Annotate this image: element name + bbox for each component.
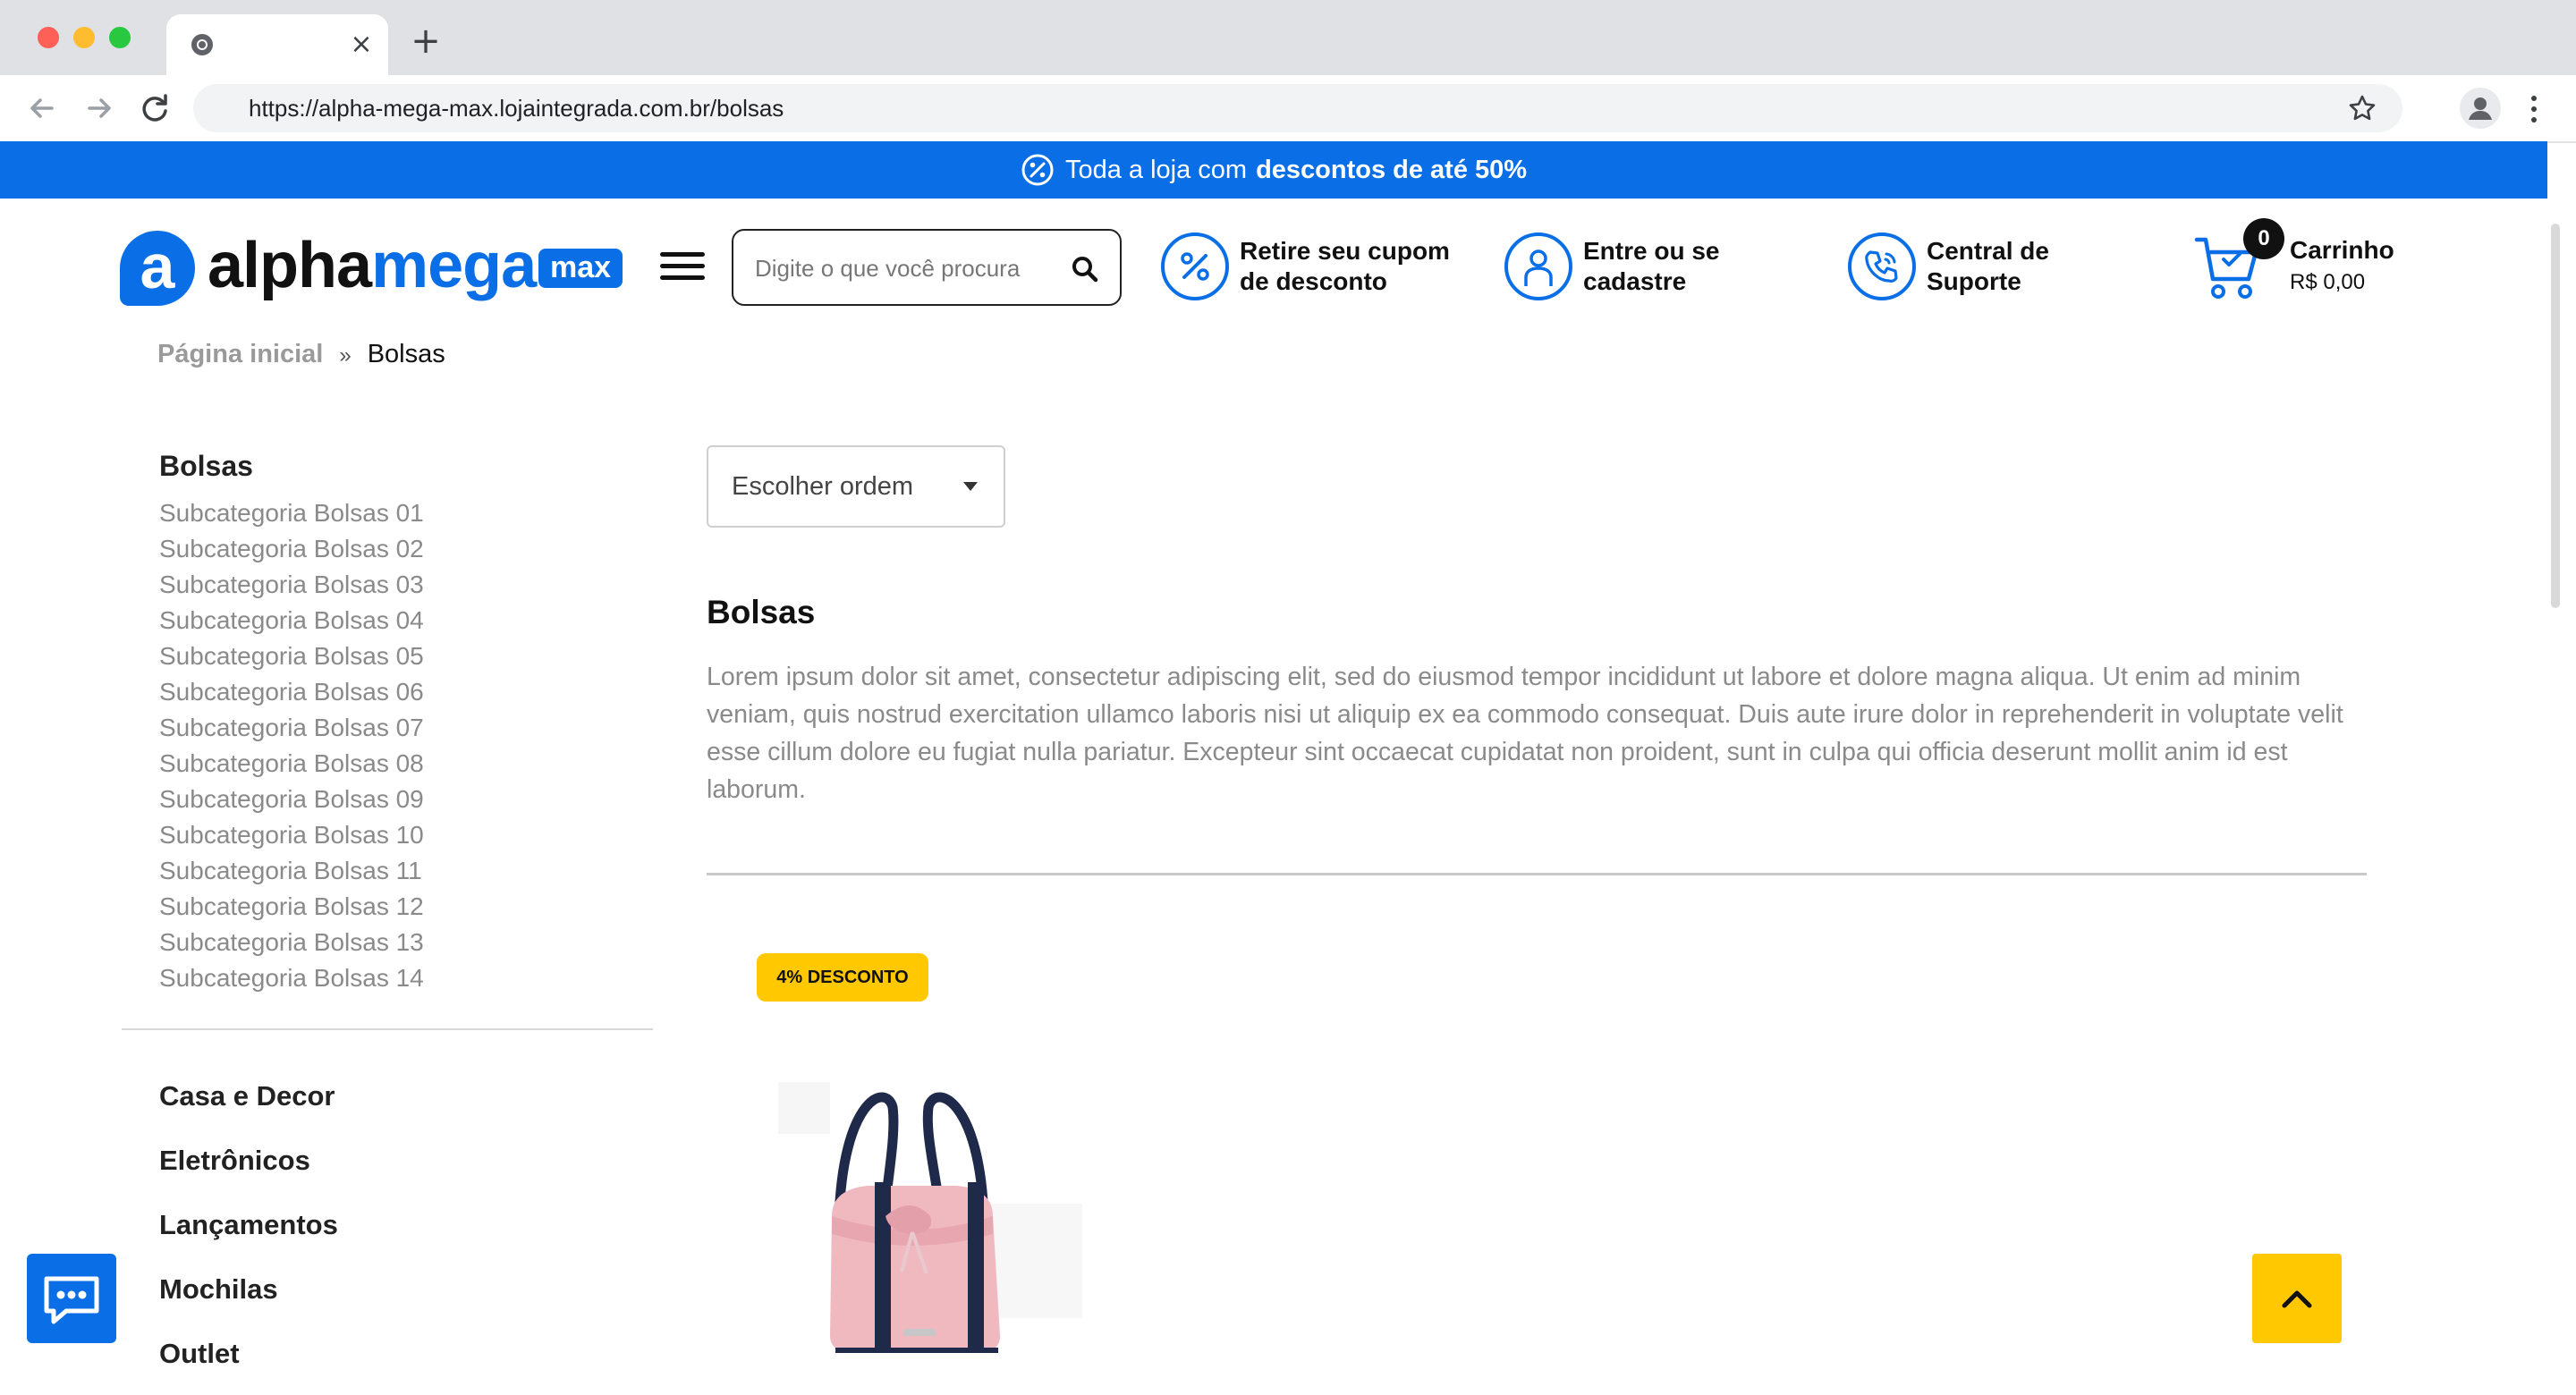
browser-tab[interactable]: × <box>166 14 388 75</box>
sidebar-subcategory-07[interactable]: Subcategoria Bolsas 07 <box>159 710 651 746</box>
reload-icon[interactable] <box>136 89 174 127</box>
percent-circle-icon <box>1021 154 1054 186</box>
sidebar-category-casa-e-decor[interactable]: Casa e Decor <box>159 1073 338 1137</box>
search-input[interactable] <box>753 245 1043 292</box>
percent-circle-icon <box>1161 232 1229 300</box>
support-link[interactable]: Central de Suporte <box>1848 229 2143 306</box>
tab-close-icon[interactable]: × <box>343 27 379 63</box>
address-bar[interactable]: https://alpha-mega-max.lojaintegrada.com… <box>193 84 2402 132</box>
sidebar-subcategory-08[interactable]: Subcategoria Bolsas 08 <box>159 746 651 782</box>
sidebar-subcategory-06[interactable]: Subcategoria Bolsas 06 <box>159 674 651 710</box>
sidebar-category-mochilas[interactable]: Mochilas <box>159 1266 338 1331</box>
sidebar-subcategory-10[interactable]: Subcategoria Bolsas 10 <box>159 817 651 853</box>
discount-badge: 4% DESCONTO <box>757 953 928 1002</box>
search-box <box>732 229 1122 306</box>
bookmark-star-icon[interactable] <box>2347 93 2377 123</box>
new-tab-button[interactable]: + <box>408 23 444 59</box>
category-heading: Bolsas <box>707 594 816 630</box>
breadcrumb-separator: » <box>339 343 352 368</box>
page-scrollbar[interactable] <box>2551 224 2560 608</box>
sidebar-subcategory-02[interactable]: Subcategoria Bolsas 02 <box>159 531 651 567</box>
category-sidebar: Bolsas Subcategoria Bolsas 01 Subcategor… <box>159 444 651 996</box>
chrome-favicon-icon <box>191 34 213 55</box>
back-arrow-icon[interactable] <box>23 89 61 127</box>
cart-total: R$ 0,00 <box>2290 270 2366 294</box>
account-label: Entre ou se cadastre <box>1583 237 1720 295</box>
window-minimize-button[interactable] <box>73 27 95 48</box>
account-link[interactable]: Entre ou se cadastre <box>1504 229 1800 306</box>
browser-toolbar: https://alpha-mega-max.lojaintegrada.com… <box>0 75 2576 143</box>
sidebar-title[interactable]: Bolsas <box>159 444 651 488</box>
store-logo[interactable]: a alphamega max <box>120 225 623 306</box>
sidebar-subcategory-09[interactable]: Subcategoria Bolsas 09 <box>159 782 651 817</box>
sidebar-subcategory-04[interactable]: Subcategoria Bolsas 04 <box>159 603 651 638</box>
logo-mark: a <box>120 231 195 306</box>
promo-highlight: descontos de até 50% <box>1256 155 1528 184</box>
sidebar-category-eletronicos[interactable]: Eletrônicos <box>159 1137 338 1202</box>
sidebar-category-lancamentos[interactable]: Lançamentos <box>159 1202 338 1266</box>
coupon-label: Retire seu cupom de desconto <box>1240 237 1450 295</box>
sidebar-subcategory-12[interactable]: Subcategoria Bolsas 12 <box>159 889 651 925</box>
logo-wordmark: alphamega <box>208 230 537 301</box>
phone-icon <box>1848 232 1916 300</box>
breadcrumb: Página inicial » Bolsas <box>157 336 445 374</box>
sidebar-subcategory-01[interactable]: Subcategoria Bolsas 01 <box>159 495 651 531</box>
sidebar-subcategory-03[interactable]: Subcategoria Bolsas 03 <box>159 567 651 603</box>
forward-arrow-icon[interactable] <box>80 89 118 127</box>
browser-menu-icon[interactable] <box>2528 93 2540 125</box>
chevron-up-icon <box>2282 1290 2312 1308</box>
profile-avatar-icon[interactable] <box>2460 88 2501 129</box>
breadcrumb-home-link[interactable]: Página inicial <box>157 340 323 368</box>
caret-down-icon <box>963 482 978 491</box>
sidebar-subcategory-14[interactable]: Subcategoria Bolsas 14 <box>159 960 651 996</box>
search-icon[interactable] <box>1072 256 1098 283</box>
sort-dropdown[interactable]: Escolher ordem <box>707 445 1005 528</box>
sort-dropdown-label: Escolher ordem <box>732 472 914 501</box>
promo-text: Toda a loja com <box>1064 155 1248 184</box>
url-text[interactable]: https://alpha-mega-max.lojaintegrada.com… <box>249 84 784 132</box>
breadcrumb-current: Bolsas <box>367 340 445 368</box>
menu-hamburger-icon[interactable] <box>660 252 705 281</box>
support-label: Central de Suporte <box>1927 237 2049 295</box>
category-description: Lorem ipsum dolor sit amet, consectetur … <box>707 663 2343 804</box>
window-close-button[interactable] <box>38 27 59 48</box>
content-divider <box>707 873 2367 875</box>
promo-bar[interactable]: Toda a loja com descontos de até 50% <box>0 141 2547 199</box>
cart-label[interactable]: Carrinho <box>2290 236 2394 265</box>
sidebar-subcategory-13[interactable]: Subcategoria Bolsas 13 <box>159 925 651 960</box>
sidebar-subcategory-11[interactable]: Subcategoria Bolsas 11 <box>159 853 651 889</box>
sidebar-category-outlet[interactable]: Outlet <box>159 1331 338 1395</box>
tote-bag-image[interactable] <box>778 1082 1082 1368</box>
back-to-top-button[interactable] <box>2252 1254 2342 1343</box>
coupon-link[interactable]: Retire seu cupom de desconto <box>1161 229 1483 306</box>
chat-bubble-icon <box>44 1276 99 1324</box>
category-list: Casa e Decor Eletrônicos Lançamentos Moc… <box>159 1073 338 1395</box>
window-zoom-button[interactable] <box>109 27 131 48</box>
chat-button[interactable] <box>27 1254 116 1343</box>
cart-count-badge: 0 <box>2243 218 2284 259</box>
logo-max-badge: max <box>538 249 623 288</box>
sidebar-divider <box>122 1028 653 1030</box>
sidebar-subcategory-05[interactable]: Subcategoria Bolsas 05 <box>159 638 651 674</box>
browser-tab-strip: × + <box>0 0 2576 75</box>
user-icon <box>1504 232 1572 300</box>
